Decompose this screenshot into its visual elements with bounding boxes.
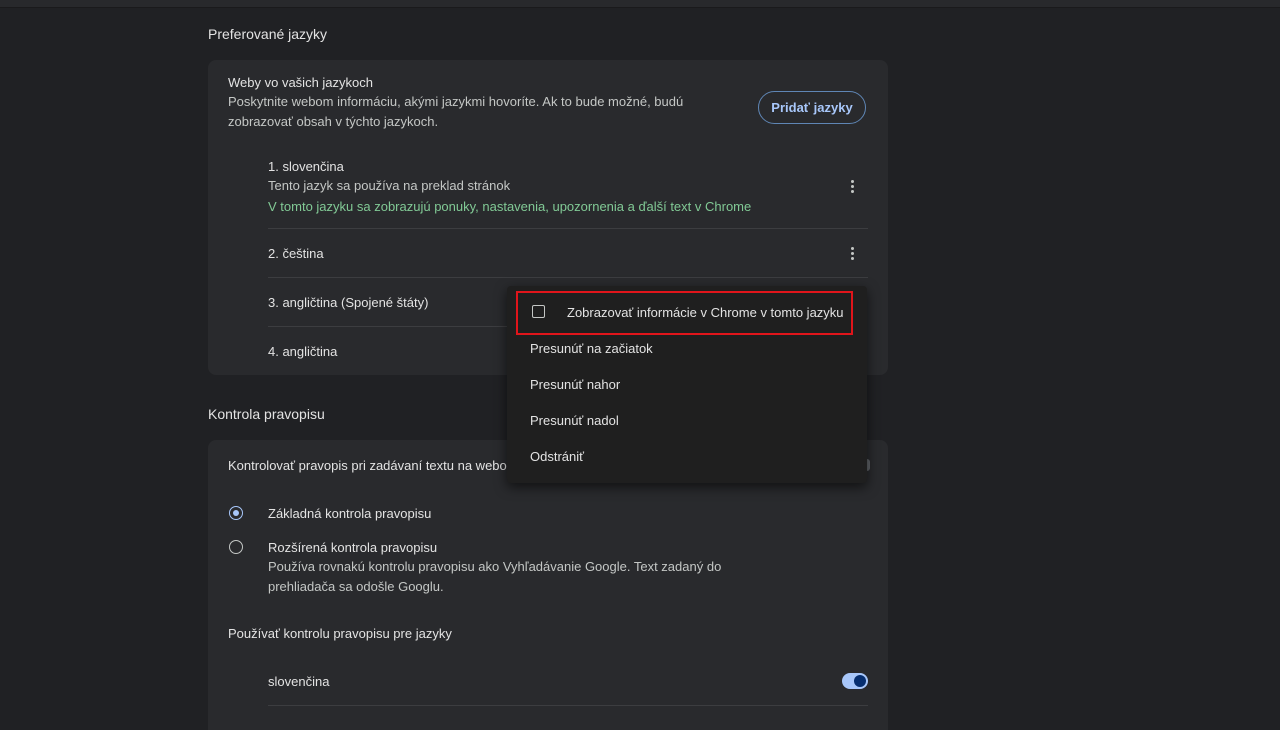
- highlight-annotation-box: [516, 291, 853, 335]
- top-toolbar-edge: [0, 0, 1280, 8]
- divider: [268, 228, 868, 229]
- section-title-preferred-languages: Preferované jazyky: [208, 26, 328, 42]
- language-item-label: 2. čeština: [268, 246, 324, 261]
- language-item-label: 3. angličtina (Spojené štáty): [268, 295, 429, 310]
- menu-item-remove[interactable]: Odstrániť: [530, 449, 584, 464]
- language-item-translate-note: Tento jazyk sa používa na preklad stráno…: [268, 178, 511, 193]
- languages-card-description-line2: zobrazovať obsah v týchto jazykoch.: [228, 114, 439, 129]
- enhanced-spellcheck-desc-line2: prehliadača sa odošle Googlu.: [268, 579, 444, 594]
- spellcheck-toggle-label: Kontrolovať pravopis pri zadávaní textu …: [228, 458, 507, 473]
- enhanced-spellcheck-desc-line1: Používa rovnakú kontrolu pravopisu ako V…: [268, 559, 722, 574]
- menu-item-move-up[interactable]: Presunúť nahor: [530, 377, 620, 392]
- languages-card-description-line1: Poskytnite webom informáciu, akými jazyk…: [228, 94, 684, 109]
- enhanced-spellcheck-label: Rozšírená kontrola pravopisu: [268, 540, 438, 555]
- more-vert-icon[interactable]: [842, 243, 862, 263]
- language-item-ui-note: V tomto jazyku sa zobrazujú ponuky, nast…: [268, 199, 752, 214]
- menu-item-move-to-top[interactable]: Presunúť na začiatok: [530, 341, 653, 356]
- menu-item-move-down[interactable]: Presunúť nadol: [530, 413, 619, 428]
- language-item-label: 1. slovenčina: [268, 159, 344, 174]
- language-item-label: 4. angličtina: [268, 344, 338, 359]
- add-languages-button[interactable]: Pridať jazyky: [758, 91, 866, 124]
- radio-basic-spellcheck[interactable]: [229, 506, 243, 520]
- section-title-spellcheck: Kontrola pravopisu: [208, 406, 325, 422]
- divider: [268, 705, 868, 706]
- languages-card-heading: Weby vo vašich jazykoch: [228, 75, 373, 90]
- divider: [268, 277, 868, 278]
- radio-enhanced-spellcheck[interactable]: [229, 540, 243, 554]
- basic-spellcheck-label: Základná kontrola pravopisu: [268, 506, 432, 521]
- spellcheck-languages-heading: Používať kontrolu pravopisu pre jazyky: [228, 626, 452, 641]
- spellcheck-language-label: slovenčina: [268, 674, 330, 689]
- more-vert-icon[interactable]: [842, 176, 862, 196]
- divider: [268, 326, 508, 327]
- spellcheck-language-toggle[interactable]: [842, 673, 868, 689]
